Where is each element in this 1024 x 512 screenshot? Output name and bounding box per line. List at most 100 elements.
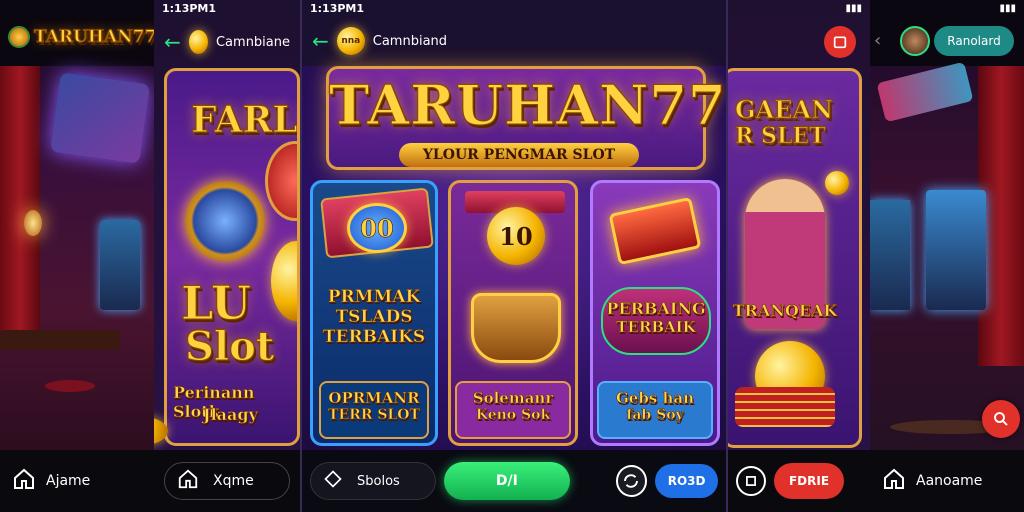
- status-bar: 1:13PM1: [302, 0, 726, 16]
- promo-banner[interactable]: FARLI LU Slot Perinann Slotk Jlaagy: [164, 68, 300, 446]
- status-bar: ▮▮▮: [870, 0, 1024, 16]
- neon-sign: [876, 61, 974, 123]
- bottom-nav: FDRIE: [728, 450, 870, 512]
- panel-casino-left: TARUHAN77 Ajame: [0, 0, 154, 512]
- card-badge-value: 00: [360, 213, 394, 243]
- wall-screen: [49, 72, 151, 164]
- brand-emblem-icon: [8, 26, 30, 48]
- hero-title: TARUHAN77: [329, 73, 727, 138]
- bottom-nav: Sbolos D/I RO3D: [302, 450, 726, 512]
- table: [0, 330, 120, 350]
- home-nav-pill[interactable]: Xqme: [164, 462, 290, 500]
- bottom-nav: Aanoame: [870, 450, 1024, 512]
- hero-banner: TARUHAN77 YLOUR PENGMAR SLOT: [326, 66, 727, 170]
- brand-name: TARUHAN77: [33, 27, 154, 48]
- avatar[interactable]: [900, 26, 930, 56]
- banner-title: FARLI: [190, 99, 298, 142]
- nav-label[interactable]: Aanoame: [916, 473, 982, 489]
- card-label: TRANQEAK: [732, 301, 838, 321]
- chip-stack: [735, 387, 835, 427]
- card-title-1: PERBAING: [606, 299, 706, 319]
- top-bar-title: Camnbiane: [215, 34, 290, 50]
- promo-banner[interactable]: GAEAN R SLET TRANQEAK: [728, 68, 862, 448]
- status-icons: ▮▮▮: [999, 2, 1016, 14]
- slot-machine-2: [926, 190, 986, 310]
- status-icons: ▮▮▮: [845, 2, 862, 14]
- card-footer-2: Keno Sok: [475, 407, 551, 424]
- card-title-2: TSLADS: [335, 307, 413, 328]
- lamp: [24, 210, 42, 236]
- search-pill[interactable]: Sbolos: [310, 462, 437, 500]
- status-time: 1:13PM1: [162, 1, 217, 15]
- refresh-icon[interactable]: [615, 465, 648, 497]
- side-coin: [271, 241, 297, 321]
- card-badge: 00: [347, 203, 407, 253]
- slot-word: Slot: [184, 323, 275, 371]
- game-card-1[interactable]: 00 PRMMAK TSLADS TERBAIKS OPRMANR TERR S…: [310, 180, 438, 446]
- top-bar: ← nna Camnbiand: [302, 16, 726, 66]
- top-bar: ← Camnbiane: [154, 20, 300, 64]
- card-footer-1: Solemanr: [472, 389, 554, 408]
- nav-label: Xqme: [213, 473, 254, 489]
- curtain: [0, 66, 40, 346]
- game-card-3[interactable]: PERBAING TERBAIK Gebs han fab Soy: [590, 180, 720, 446]
- banner-title-2: R SLET: [734, 123, 826, 150]
- app-root: TARUHAN77 Ajame 1:13PM1 ← Camnbiane FARL…: [0, 0, 1024, 512]
- card-title-2: TERBAIK: [616, 318, 696, 337]
- brand-logo: TARUHAN77: [8, 26, 154, 48]
- banner-title-1: GAEAN: [735, 95, 834, 125]
- hero-subtitle: YLOUR PENGMAR SLOT: [422, 147, 616, 163]
- badge-text: nna: [341, 36, 361, 46]
- panel-main: 1:13PM1 ← nna Camnbiand TARUHAN77 YLOUR …: [300, 0, 728, 512]
- red-gem: [265, 141, 297, 221]
- arrow-left-icon[interactable]: ←: [312, 29, 329, 53]
- right-action-label: RO3D: [667, 474, 706, 488]
- slot-machine: [100, 220, 140, 310]
- card-footer-2: fab Soy: [626, 407, 684, 424]
- card-footer: OPRMANR TERR SLOT: [319, 381, 429, 439]
- game-card-2[interactable]: 10 Solemanr Keno Sok: [448, 180, 578, 446]
- stool: [45, 380, 95, 392]
- status-bar: 1:13PM1: [154, 0, 300, 16]
- arrow-left-icon[interactable]: ‹: [874, 30, 881, 51]
- calendar-icon[interactable]: [824, 26, 856, 58]
- support-icon[interactable]: [982, 400, 1020, 438]
- card-title-plate: PERBAING TERBAIK: [601, 287, 711, 355]
- home-icon[interactable]: [12, 467, 36, 495]
- bottom-nav: Xqme: [154, 450, 300, 512]
- home-icon[interactable]: [882, 467, 906, 495]
- main-action-label: D/I: [495, 473, 518, 489]
- card-footer: Solemanr Keno Sok: [455, 381, 571, 439]
- bottom-nav: Ajame: [0, 450, 154, 512]
- badge: nna: [336, 27, 365, 55]
- status-time: 1:13PM1: [310, 1, 365, 15]
- red-gem: [608, 196, 702, 266]
- caption-line-2: Jlaagy: [203, 405, 258, 425]
- top-button-label: Ranolard: [947, 34, 1001, 48]
- main-action-button[interactable]: D/I: [444, 462, 570, 500]
- hero-subtitle-ribbon: YLOUR PENGMAR SLOT: [399, 143, 639, 167]
- avatar-coin-icon: [188, 30, 208, 54]
- panel-app-right: ▮▮▮ GAEAN R SLET TRANQEAK FDRIE: [728, 0, 870, 512]
- card-footer-1: Gebs han: [615, 389, 695, 408]
- card-footer-1: OPRMANR: [328, 389, 420, 408]
- home-icon: [177, 468, 199, 494]
- fire-button[interactable]: FDRIE: [774, 463, 844, 499]
- card-title-1: PRMMAK: [327, 287, 421, 308]
- right-action-button[interactable]: RO3D: [655, 464, 718, 498]
- panel-casino-right: ▮▮▮ ‹ Ranolard Aanoame: [870, 0, 1024, 512]
- nav-label[interactable]: Ajame: [46, 473, 90, 489]
- arrow-left-icon[interactable]: ←: [164, 30, 181, 54]
- card-badge-value: 10: [499, 221, 533, 251]
- card-title-3: TERBAIKS: [322, 327, 426, 348]
- card-footer: Gebs han fab Soy: [597, 381, 713, 439]
- top-button[interactable]: Ranolard: [934, 26, 1014, 56]
- square-icon[interactable]: [736, 466, 766, 496]
- compass-icon: [323, 469, 343, 493]
- floating-coin: [825, 171, 849, 195]
- panel-app-left: 1:13PM1 ← Camnbiane FARLI LU Slot Perina…: [154, 0, 300, 512]
- top-bar-title: Camnbiand: [372, 33, 448, 49]
- treasure-pot: [471, 293, 561, 363]
- emblem: [185, 181, 265, 261]
- fire-button-label: FDRIE: [788, 474, 830, 488]
